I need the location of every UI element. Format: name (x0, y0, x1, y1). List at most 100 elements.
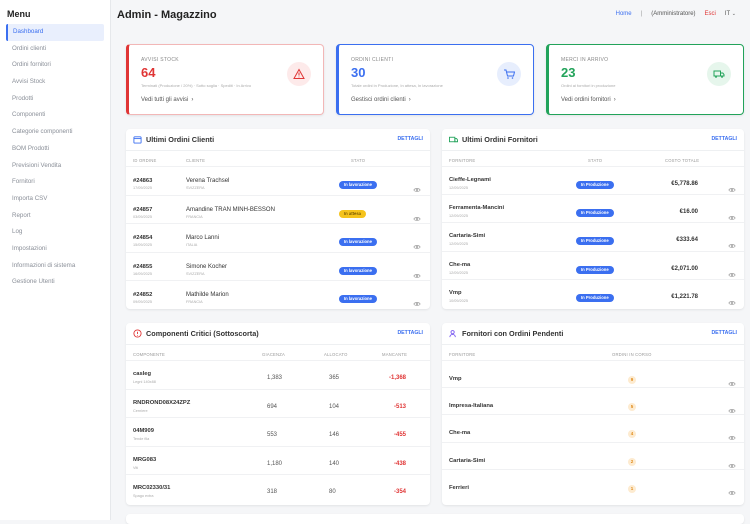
stat-value: 64 (141, 65, 156, 80)
details-link[interactable]: DETTAGLI (397, 330, 423, 336)
component-code[interactable]: MRC02330/31 (133, 485, 170, 491)
supplier-order-date: 12/09/2025 (449, 214, 469, 219)
supplier-order-date: 12/09/2025 (449, 270, 469, 275)
order-id[interactable]: #24854 (133, 235, 152, 241)
component-code[interactable]: RNDROND08X24ZPZ (133, 400, 190, 406)
order-total: €333.64 (676, 237, 698, 244)
supplier-name[interactable]: Cieffe-Legnami (449, 177, 491, 183)
supplier-name[interactable]: Che-ma (449, 430, 470, 436)
order-id[interactable]: #24855 (133, 264, 152, 270)
client-country: SVIZZERA (186, 271, 205, 276)
sidebar-item[interactable]: Fornitori (6, 174, 104, 191)
stat-link-label: Gestisci ordini clienti (351, 97, 406, 103)
component-code[interactable]: MRG083 (133, 457, 156, 463)
supplier-name[interactable]: Vmp (449, 290, 462, 296)
stat-link[interactable]: Vedi tutti gli avvisi › (141, 97, 193, 103)
order-date: 09/09/2025 (133, 300, 153, 305)
order-id[interactable]: #24852 (133, 292, 152, 298)
details-link[interactable]: DETTAGLI (397, 136, 423, 142)
eye-icon[interactable] (728, 266, 736, 277)
eye-icon[interactable] (728, 429, 736, 441)
top-bar: Admin - Magazzino Home | (Amministratore… (111, 0, 750, 30)
panel-header: Componenti Critici (Sottoscorta) DETTAGL… (126, 323, 430, 345)
status-badge: In Produzione (576, 265, 614, 274)
stock-value: 553 (267, 432, 278, 439)
eye-icon[interactable] (728, 402, 736, 414)
eye-icon[interactable] (728, 209, 736, 221)
sidebar-item[interactable]: Gestione Utenti (6, 274, 104, 291)
sidebar-item[interactable]: Informazioni di sistema (6, 258, 104, 275)
sidebar-item[interactable]: Log (6, 224, 104, 241)
details-link[interactable]: DETTAGLI (711, 136, 737, 142)
pending-count-badge: 5 (628, 403, 636, 412)
sidebar-item[interactable]: BOM Prodotti (6, 141, 104, 158)
column-header: STATO (588, 158, 603, 163)
panel-title: Fornitori con Ordini Pendenti (462, 329, 564, 338)
eye-icon[interactable] (413, 295, 421, 307)
eye-icon[interactable] (413, 210, 421, 221)
sidebar-item[interactable]: Previsioni Vendita (6, 158, 104, 175)
sidebar-item[interactable]: Categorie componenti (6, 124, 104, 141)
component-code[interactable]: 04M909 (133, 428, 154, 434)
component-description: Cerniere (133, 408, 148, 413)
sidebar: Menu Dashboard Ordini clienti Ordini forni… (0, 0, 111, 520)
row-divider (442, 194, 744, 196)
missing-value: -1,368 (388, 375, 406, 381)
eye-icon[interactable] (413, 267, 421, 278)
column-header: FORNITORE (449, 158, 476, 163)
supplier-name[interactable]: Ferramenta-Mancini (449, 205, 504, 211)
details-link[interactable]: DETTAGLI (711, 330, 737, 336)
eye-icon[interactable] (728, 457, 736, 468)
eye-icon[interactable] (413, 238, 421, 250)
eye-icon[interactable] (728, 237, 736, 249)
sidebar-item[interactable]: Prodotti (6, 91, 104, 108)
alert-circle-icon (133, 329, 142, 338)
supplier-name[interactable]: Ferrieri (449, 485, 469, 491)
order-date: 17/09/2025 (133, 186, 153, 190)
sidebar-item[interactable]: Report (6, 208, 104, 225)
eye-icon[interactable] (728, 375, 736, 386)
sidebar-item[interactable]: Dashboard (6, 24, 104, 41)
status-badge: In attesa (339, 209, 366, 218)
eye-icon[interactable] (413, 181, 421, 192)
status-badge: In Produzione (576, 209, 614, 218)
pending-count-badge: 2 (628, 457, 636, 466)
pending-count-badge: 4 (628, 430, 636, 439)
order-id[interactable]: #24857 (133, 207, 152, 213)
stat-link[interactable]: Gestisci ordini clienti › (351, 97, 411, 103)
component-code[interactable]: casleg (133, 371, 151, 377)
missing-value: -354 (393, 489, 406, 496)
column-header: STATO (351, 158, 366, 163)
sidebar-item[interactable]: Impostazioni (6, 241, 104, 258)
row-divider (126, 194, 430, 196)
eye-icon[interactable] (728, 484, 736, 495)
supplier-name[interactable]: Impresa-Italiana (449, 403, 493, 409)
logout-link[interactable]: Esci (705, 11, 716, 17)
status-badge: In Produzione (576, 181, 614, 189)
stat-link-label: Vedi tutti gli avvisi (141, 97, 189, 103)
home-link[interactable]: Home (616, 11, 632, 17)
row-divider (126, 388, 430, 390)
sidebar-item[interactable]: Importa CSV (6, 191, 104, 208)
language-select[interactable]: IT ⌄ (725, 11, 736, 17)
stat-label: ORDINI CLIENTI (351, 57, 394, 63)
supplier-name[interactable]: Vmp (449, 376, 462, 382)
panel-header: Ultimi Ordini Clienti DETTAGLI (126, 129, 430, 151)
order-id[interactable]: #24863 (133, 178, 152, 184)
sidebar-item[interactable]: Ordini clienti (6, 41, 104, 58)
row-divider (126, 360, 430, 361)
stat-link[interactable]: Vedi ordini fornitori › (561, 97, 616, 103)
stock-value: 694 (267, 403, 278, 410)
supplier-name[interactable]: Che-ma (449, 262, 470, 268)
pending-count-badge: 1 (628, 484, 636, 493)
allocated-value: 146 (329, 432, 340, 439)
sidebar-item[interactable]: Avvisi Stock (6, 74, 104, 91)
component-description: Spago extra (133, 494, 154, 499)
sidebar-item[interactable]: Ordini fornitori (6, 57, 104, 74)
eye-icon[interactable] (728, 294, 736, 305)
supplier-name[interactable]: Cartaria-Simi (449, 458, 485, 464)
sidebar-item[interactable]: Componenti (6, 107, 104, 124)
stat-value: 23 (561, 65, 576, 80)
supplier-name[interactable]: Cartaria-Simi (449, 233, 485, 239)
eye-icon[interactable] (728, 181, 736, 192)
